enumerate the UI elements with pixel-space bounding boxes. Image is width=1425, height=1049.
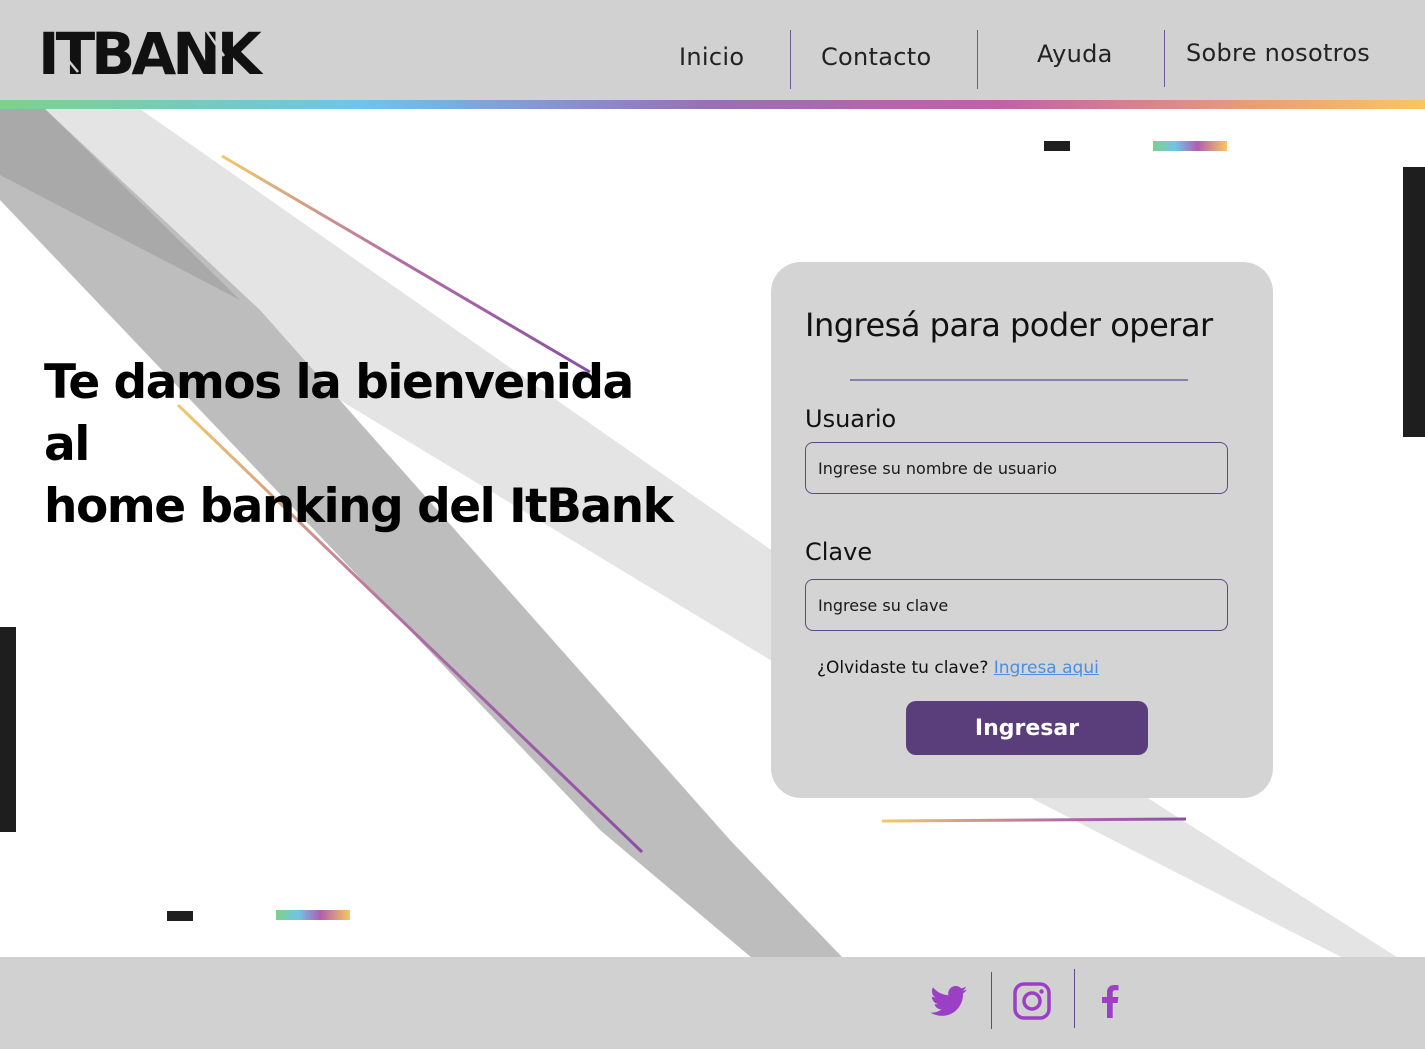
login-card: Ingresá para poder operar Usuario Clave … (771, 262, 1273, 798)
forgot-password: ¿Olvidaste tu clave? Ingresa aqui (817, 658, 1099, 678)
nav-ayuda[interactable]: Ayuda (1037, 40, 1113, 68)
site-header: ITBANK Inicio Contacto Ayuda Sobre nosot… (0, 0, 1425, 100)
nav-divider (1164, 30, 1165, 87)
hero-title: Te damos la bienvenida al home banking d… (44, 352, 684, 538)
nav-divider (977, 30, 978, 89)
social-divider (991, 972, 992, 1029)
password-input[interactable] (805, 579, 1228, 631)
username-label: Usuario (805, 405, 897, 433)
hero-title-line1: Te damos la bienvenida al (44, 355, 634, 472)
nav-divider (790, 30, 791, 89)
social-divider (1074, 969, 1075, 1028)
hero-title-line2: home banking del ItBank (44, 479, 674, 534)
facebook-icon[interactable] (1090, 980, 1130, 1022)
nav-inicio[interactable]: Inicio (679, 43, 744, 71)
password-label: Clave (805, 538, 873, 566)
username-input[interactable] (805, 442, 1228, 494)
login-button[interactable]: Ingresar (906, 701, 1148, 755)
instagram-icon[interactable] (1012, 980, 1052, 1022)
forgot-password-link[interactable]: Ingresa aqui (994, 658, 1099, 678)
itbank-logo[interactable]: ITBANK (38, 26, 264, 78)
twitter-icon[interactable] (929, 980, 969, 1022)
header-gradient-bar (0, 100, 1425, 109)
nav-contacto[interactable]: Contacto (821, 43, 931, 71)
site-footer (0, 957, 1425, 1049)
svg-text:ITBANK: ITBANK (38, 26, 264, 78)
login-divider (850, 379, 1188, 381)
nav-sobre-nosotros[interactable]: Sobre nosotros (1186, 39, 1370, 67)
login-title: Ingresá para poder operar (805, 306, 1213, 344)
forgot-password-text: ¿Olvidaste tu clave? (817, 658, 989, 678)
